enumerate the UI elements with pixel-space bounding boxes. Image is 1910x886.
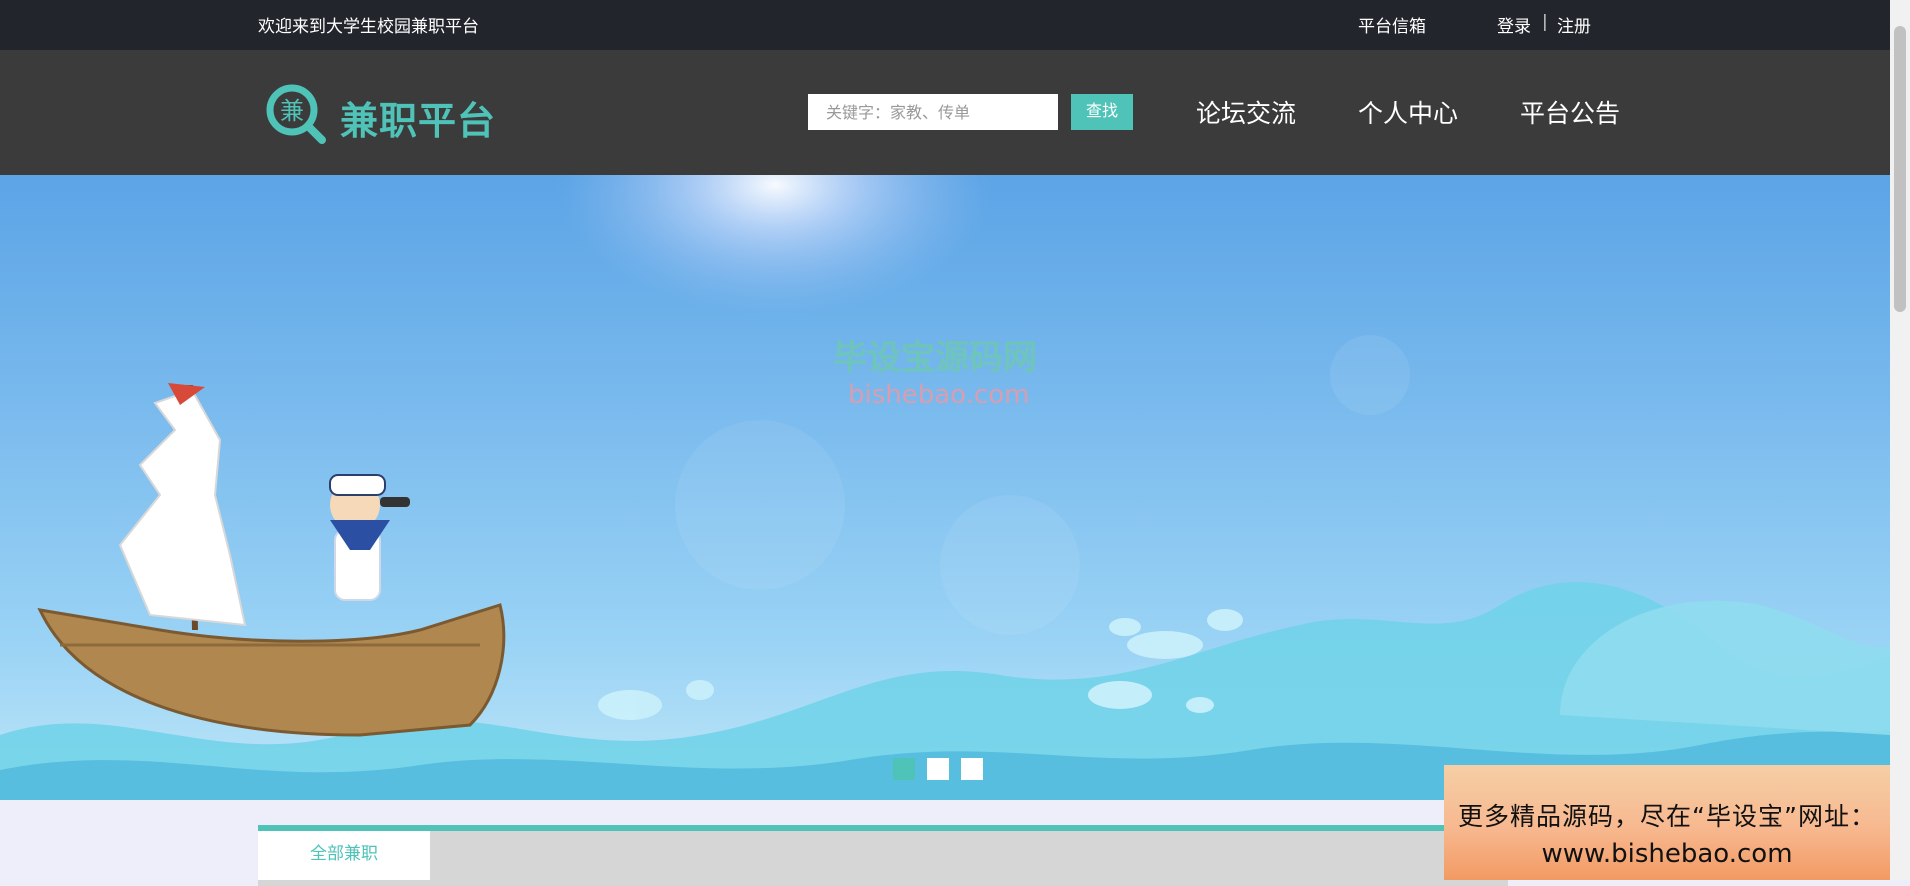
carousel-indicators	[893, 758, 983, 780]
carousel-dot-3[interactable]	[961, 758, 983, 780]
logo-magnifier-icon[interactable]: 兼	[264, 82, 328, 146]
watermark-url: bishebao.com	[848, 380, 1030, 410]
carousel-dot-1[interactable]	[893, 758, 915, 780]
carousel-dot-2[interactable]	[927, 758, 949, 780]
nav-announcements[interactable]: 平台公告	[1520, 94, 1620, 130]
watermark-chinese: 毕设宝源码网	[833, 338, 1037, 378]
category-tabs: 全部兼职	[258, 825, 1508, 886]
nav-personal-center[interactable]: 个人中心	[1358, 94, 1458, 130]
register-link[interactable]: 注册	[1557, 12, 1591, 37]
login-link[interactable]: 登录	[1497, 12, 1531, 37]
banner-illustration	[0, 175, 1890, 800]
tab-all-jobs[interactable]: 全部兼职	[258, 831, 430, 880]
search-input[interactable]	[808, 94, 1058, 130]
promo-overlay[interactable]: 更多精品源码，尽在“毕设宝”网址： www.bishebao.com	[1444, 765, 1890, 880]
scrollbar-thumb[interactable]	[1894, 26, 1906, 312]
login-register-separator: |	[1542, 12, 1548, 32]
site-header: 兼 兼职平台 查找 论坛交流 个人中心 平台公告	[0, 50, 1890, 175]
sun-glow	[555, 175, 995, 315]
hero-banner[interactable]: 毕设宝源码网 bishebao.com	[0, 175, 1890, 800]
welcome-text: 欢迎来到大学生校园兼职平台	[258, 17, 479, 37]
search-button[interactable]: 查找	[1071, 94, 1133, 130]
logo-glyph: 兼	[280, 97, 304, 125]
platform-mailbox-link[interactable]: 平台信箱	[1358, 12, 1426, 37]
ship-illustration	[37, 383, 506, 737]
promo-url: www.bishebao.com	[1541, 839, 1793, 869]
top-bar: 欢迎来到大学生校园兼职平台 平台信箱 登录 | 注册	[0, 0, 1890, 50]
nav-forum[interactable]: 论坛交流	[1196, 94, 1296, 130]
logo-text[interactable]: 兼职平台	[340, 90, 496, 145]
promo-text: 更多精品源码，尽在“毕设宝”网址：	[1458, 802, 1876, 831]
page-scrollbar[interactable]	[1890, 0, 1910, 880]
